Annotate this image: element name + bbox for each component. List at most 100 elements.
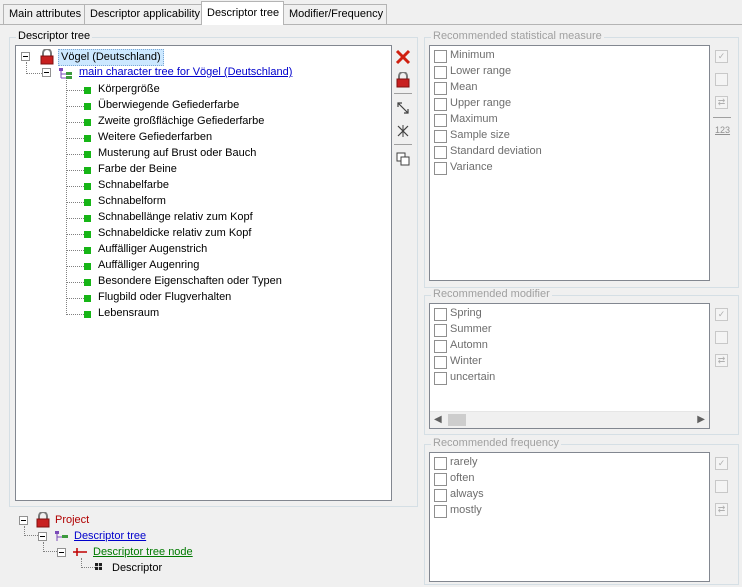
legend-descriptor-label: Descriptor	[112, 562, 163, 574]
swap-button[interactable]: ⇄	[715, 96, 728, 109]
toolbar-separator	[394, 93, 412, 94]
horizontal-scrollbar[interactable]: ◀ ▶	[430, 411, 709, 428]
descriptor-item[interactable]: Körpergröße	[96, 82, 162, 97]
descriptor-item[interactable]: Besondere Eigenschaften oder Typen	[96, 274, 284, 289]
scroll-left-icon[interactable]: ◀	[434, 414, 442, 425]
descriptor-node-icon	[84, 167, 91, 174]
checkbox[interactable]	[434, 308, 447, 321]
tree-root-label[interactable]: Vögel (Deutschland)	[58, 49, 164, 66]
tree-connector	[66, 170, 84, 171]
option-label: rarely	[450, 456, 478, 468]
uncheck-all-button[interactable]	[715, 331, 728, 344]
checkbox[interactable]	[434, 50, 447, 63]
frequency-list[interactable]: rarely often always mostly	[429, 452, 710, 582]
scroll-thumb[interactable]	[448, 414, 466, 426]
swap-button[interactable]: ⇄	[715, 354, 728, 367]
collapse-toggle[interactable]	[21, 52, 30, 61]
option-label: mostly	[450, 504, 482, 516]
copy-icon	[396, 152, 410, 166]
statistical-measure-title: Recommended statistical measure	[431, 30, 604, 42]
scroll-right-icon[interactable]: ▶	[697, 414, 705, 425]
descriptor-item[interactable]: Auffälliger Augenring	[96, 258, 201, 273]
descriptor-item[interactable]: Schnabeldicke relativ zum Kopf	[96, 226, 253, 241]
tree-node-icon	[73, 548, 87, 556]
descriptor-item[interactable]: Flugbild oder Flugverhalten	[96, 290, 233, 305]
descriptor-item[interactable]: Schnabellänge relativ zum Kopf	[96, 210, 255, 225]
check-all-button[interactable]: ✓	[715, 50, 728, 63]
checkbox[interactable]	[434, 473, 447, 486]
numeric-icon[interactable]: 123	[715, 125, 730, 135]
checkbox[interactable]	[434, 356, 447, 369]
descriptor-item[interactable]: Weitere Gefiederfarben	[96, 130, 214, 145]
tab-modifier-frequency[interactable]: Modifier/Frequency	[283, 4, 387, 24]
descriptor-tree-view[interactable]: Vögel (Deutschland) main character tree …	[15, 45, 392, 501]
tree-connector	[66, 80, 67, 315]
descriptor-item[interactable]: Schnabelfarbe	[96, 178, 171, 193]
collapse-all-button[interactable]	[394, 122, 412, 140]
descriptor-node-icon	[84, 151, 91, 158]
checkbox[interactable]	[434, 324, 447, 337]
tab-divider	[0, 24, 742, 25]
tree-connector	[66, 186, 84, 187]
uncheck-all-button[interactable]	[715, 480, 728, 493]
checkbox[interactable]	[434, 146, 447, 159]
checkbox[interactable]	[434, 130, 447, 143]
tree-connector	[66, 122, 84, 123]
tree-connector	[66, 154, 84, 155]
checkbox[interactable]	[434, 82, 447, 95]
tree-character-tree-label[interactable]: main character tree for Vögel (Deutschla…	[77, 65, 294, 80]
checkbox[interactable]	[434, 340, 447, 353]
check-all-button[interactable]: ✓	[715, 308, 728, 321]
descriptor-item[interactable]: Zweite großflächige Gefiederfarbe	[96, 114, 266, 129]
tab-label: Main attributes	[9, 8, 82, 20]
copy-button[interactable]	[394, 150, 412, 168]
tab-label: Descriptor applicability	[90, 8, 201, 20]
lock-icon	[40, 49, 54, 65]
checkbox[interactable]	[434, 114, 447, 127]
descriptor-node-icon	[84, 295, 91, 302]
collapse-toggle[interactable]	[42, 68, 51, 77]
checkbox[interactable]	[434, 489, 447, 502]
descriptor-item[interactable]: Farbe der Beine	[96, 162, 179, 177]
uncheck-all-button[interactable]	[715, 73, 728, 86]
option-label: Spring	[450, 307, 482, 319]
collapse-toggle	[19, 516, 28, 525]
toolbar-separator	[394, 144, 412, 145]
character-tree-icon	[59, 68, 72, 79]
swap-button[interactable]: ⇄	[715, 503, 728, 516]
checkbox[interactable]	[434, 505, 447, 518]
tab-descriptor-applicability[interactable]: Descriptor applicability	[84, 4, 202, 24]
option-label: Mean	[450, 81, 478, 93]
collapse-toggle	[57, 548, 66, 557]
lock-button[interactable]	[394, 71, 412, 89]
option-label: often	[450, 472, 475, 484]
descriptor-node-icon	[84, 87, 91, 94]
checkbox[interactable]	[434, 162, 447, 175]
tree-connector	[43, 551, 57, 552]
tab-label: Descriptor tree	[207, 7, 280, 19]
statistical-measure-list[interactable]: Minimum Lower range Mean Upper range Max…	[429, 45, 710, 281]
toolbar-separator	[713, 117, 731, 118]
descriptor-item[interactable]: Schnabelform	[96, 194, 168, 209]
check-all-button[interactable]: ✓	[715, 457, 728, 470]
legend-tree-label: Descriptor tree	[74, 530, 147, 542]
descriptor-item[interactable]: Musterung auf Brust oder Bauch	[96, 146, 258, 161]
checkbox[interactable]	[434, 66, 447, 79]
option-label: Variance	[450, 161, 493, 173]
lock-icon	[36, 512, 50, 528]
expand-all-button[interactable]	[394, 99, 412, 117]
modifier-list[interactable]: Spring Summer Automn Winter uncertain ◀ …	[429, 303, 710, 429]
checkbox[interactable]	[434, 457, 447, 470]
descriptor-item[interactable]: Lebensraum	[96, 306, 161, 321]
expand-icon	[397, 102, 409, 114]
tab-main-attributes[interactable]: Main attributes	[3, 4, 85, 24]
delete-button[interactable]	[394, 48, 412, 66]
checkbox[interactable]	[434, 98, 447, 111]
descriptor-item[interactable]: Auffälliger Augenstrich	[96, 242, 209, 257]
option-label: uncertain	[450, 371, 496, 383]
descriptor-item[interactable]: Überwiegende Gefiederfarbe	[96, 98, 241, 113]
tab-descriptor-tree[interactable]: Descriptor tree	[201, 1, 284, 25]
delete-icon	[395, 49, 411, 65]
tree-connector	[24, 535, 38, 536]
checkbox[interactable]	[434, 372, 447, 385]
